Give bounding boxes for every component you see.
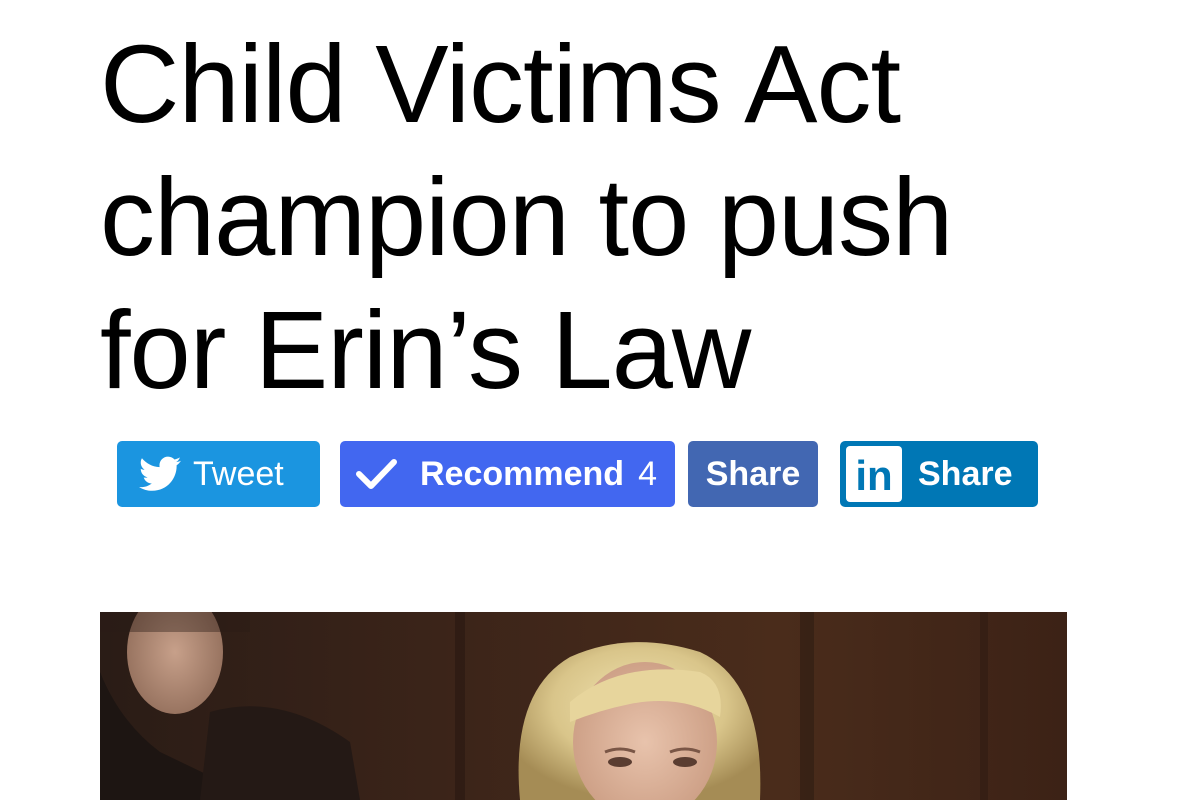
checkmark-icon [354, 457, 398, 491]
linkedin-icon-text: in [855, 452, 893, 499]
linkedin-share-label: Share [918, 454, 1013, 493]
facebook-share-label: Share [705, 454, 801, 493]
headline-line-3: for Erin’s Law [100, 289, 751, 412]
hero-photo-illustration [100, 612, 1067, 800]
linkedin-icon: in [846, 446, 902, 502]
linkedin-share-button[interactable]: in Share [840, 441, 1038, 507]
headline-line-2: champion to push [100, 156, 953, 279]
recommend-label: Recommend [420, 454, 625, 493]
headline-line-1: Child Victims Act [100, 23, 901, 146]
recommend-count: 4 [638, 454, 657, 493]
facebook-share-button[interactable]: Share [688, 441, 818, 507]
twitter-bird-icon [139, 456, 181, 492]
article-hero-photo [100, 612, 1067, 800]
tweet-button[interactable]: Tweet [117, 441, 320, 507]
article-headline: Child Victims Act champion to push for E… [100, 18, 1160, 417]
tweet-label: Tweet [193, 454, 284, 493]
recommend-button[interactable]: Recommend 4 [340, 441, 675, 507]
